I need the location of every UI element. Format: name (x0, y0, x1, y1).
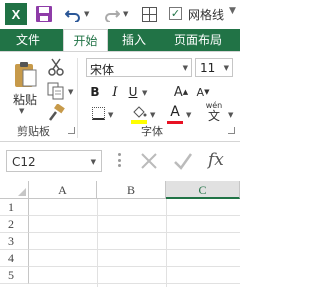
fill-color-dropdown-icon[interactable]: ▼ (150, 111, 155, 119)
row-header-4[interactable]: 4 (0, 250, 29, 267)
enter-icon[interactable] (173, 151, 193, 171)
cancel-icon[interactable] (139, 151, 159, 171)
font-name-dropdown-icon[interactable]: ▼ (183, 64, 188, 72)
tab-insert[interactable]: 插入 (113, 29, 155, 51)
tab-page-layout[interactable]: 页面布局 (168, 29, 228, 51)
bold-button[interactable]: B (88, 82, 102, 102)
row-header-1[interactable]: 1 (0, 199, 29, 216)
shrink-font-button[interactable]: A ▼ (194, 82, 212, 102)
font-color-swatch (167, 121, 183, 124)
row-header-2[interactable]: 2 (0, 216, 29, 233)
group-divider (77, 58, 78, 138)
row-gridline (29, 266, 240, 267)
underline-button[interactable]: U (126, 82, 140, 102)
row-header-5[interactable]: 5 (0, 267, 29, 284)
shrink-font-glyph: A (196, 85, 205, 99)
row-gridline (29, 215, 240, 216)
name-box-dropdown-icon[interactable]: ▼ (91, 158, 96, 166)
gridlines-label: 网格线 (188, 8, 225, 22)
row-header-3[interactable]: 3 (0, 233, 29, 250)
italic-button[interactable]: I (108, 82, 122, 102)
save-icon[interactable] (34, 3, 54, 25)
format-painter-icon[interactable] (47, 103, 65, 122)
paste-icon[interactable] (14, 61, 38, 89)
font-launcher-icon[interactable] (228, 127, 235, 134)
redo-icon[interactable] (104, 3, 120, 25)
gridlines-checkbox[interactable]: ✓ (169, 7, 182, 20)
worksheet-grid[interactable]: A B C 1 2 3 4 5 (0, 181, 240, 287)
clipboard-launcher-icon[interactable] (68, 127, 75, 134)
column-header-c[interactable]: C (166, 181, 240, 199)
quick-access-toolbar: X ▼ ▼ ✓ 网格线 ▼ (0, 0, 240, 29)
font-color-dropdown-icon[interactable]: ▼ (186, 111, 191, 119)
font-size-select[interactable]: 11 ▼ (195, 58, 233, 77)
name-box-value: C12 (12, 155, 36, 169)
grow-font-glyph: A (173, 84, 183, 100)
formula-bar-resize-handle[interactable] (118, 153, 121, 167)
font-size-dropdown-icon[interactable]: ▼ (224, 64, 229, 72)
ribbon-home: 粘贴 ▼ ▼ 剪贴板 宋体 ▼ 11 ▼ A ▲ A ▼ B I U ▼ ▼ ▼ A… (0, 51, 240, 142)
font-name-value: 宋体 (90, 63, 115, 77)
phonetic-dropdown-icon[interactable]: ▼ (228, 111, 233, 119)
paste-button[interactable]: 粘贴 (13, 91, 37, 108)
row-gridline (29, 283, 240, 284)
clipboard-group-label: 剪贴板 (17, 125, 50, 138)
cut-icon[interactable] (47, 58, 65, 76)
column-gridline (166, 199, 167, 287)
excel-logo-icon: X (5, 3, 27, 25)
copy-dropdown-icon[interactable]: ▼ (68, 88, 73, 96)
column-header-a[interactable]: A (29, 181, 97, 199)
table-grid-icon[interactable] (141, 3, 157, 25)
insert-function-icon[interactable]: fx (208, 150, 224, 170)
column-gridline (97, 199, 98, 287)
formula-bar: C12 ▼ fx (0, 142, 240, 178)
select-all-button[interactable] (0, 181, 29, 199)
redo-dropdown-icon[interactable]: ▼ (123, 10, 128, 18)
row-gridline (29, 232, 240, 233)
underline-dropdown-icon[interactable]: ▼ (142, 89, 147, 97)
paste-dropdown-icon[interactable]: ▼ (19, 107, 24, 115)
phonetic-bottom-text: 文 (207, 109, 220, 123)
copy-icon[interactable] (47, 82, 65, 100)
column-header-b[interactable]: B (97, 181, 166, 199)
customize-qat-icon[interactable]: ▼ (229, 6, 236, 16)
font-size-value: 11 (200, 61, 216, 75)
borders-icon[interactable] (92, 107, 105, 120)
borders-dropdown-icon[interactable]: ▼ (108, 111, 113, 119)
ribbon-tabs: 文件 开始 插入 页面布局 (0, 29, 240, 51)
undo-icon[interactable] (65, 3, 81, 25)
undo-dropdown-icon[interactable]: ▼ (84, 10, 89, 18)
name-box[interactable]: C12 ▼ (6, 150, 102, 172)
fill-color-icon[interactable] (131, 104, 147, 124)
tab-file[interactable]: 文件 (0, 29, 56, 51)
grow-font-button[interactable]: A ▲ (172, 82, 190, 102)
font-name-select[interactable]: 宋体 ▼ (86, 58, 192, 77)
tab-home[interactable]: 开始 (63, 29, 108, 51)
row-gridline (29, 249, 240, 250)
phonetic-guide-icon[interactable]: wén 文 (202, 101, 226, 123)
font-group-label: 字体 (141, 125, 163, 138)
